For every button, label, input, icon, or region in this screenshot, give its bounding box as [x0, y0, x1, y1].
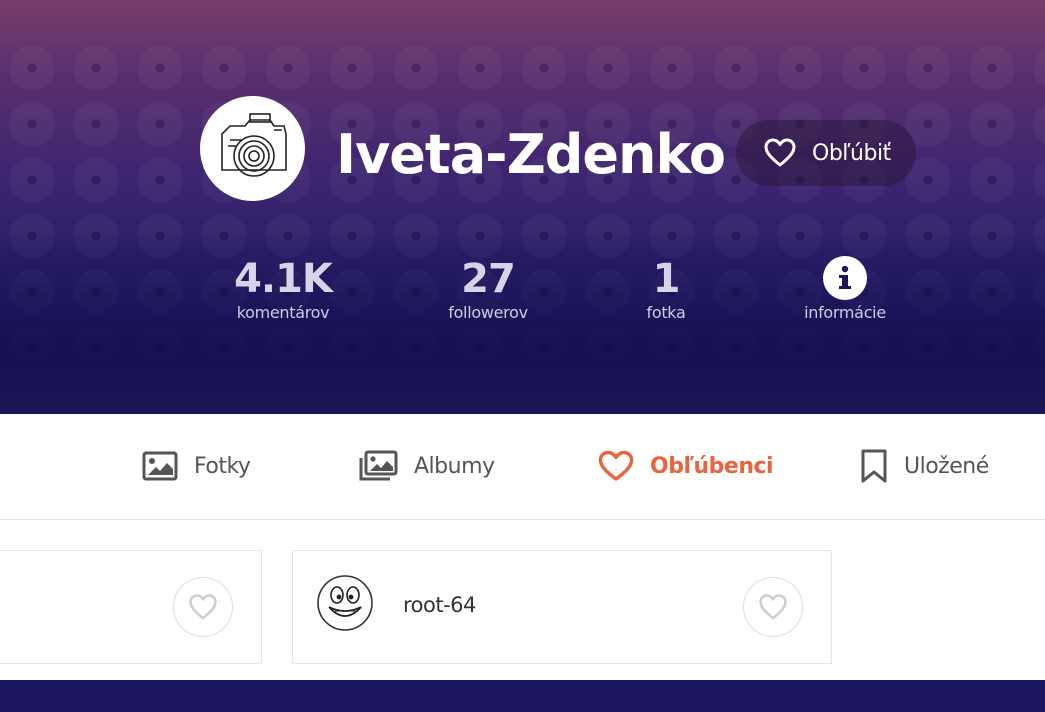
tab-photos-label: Fotky [194, 453, 251, 479]
info-icon [823, 256, 867, 300]
tab-photos[interactable]: Fotky [142, 444, 251, 488]
stat-photos-value: 1 [652, 256, 681, 302]
tab-favorites[interactable]: Obľúbenci [598, 444, 774, 488]
camera-icon [221, 113, 287, 177]
profile-avatar[interactable] [200, 96, 305, 201]
heart-outline-icon [189, 594, 217, 620]
tab-favorites-label: Obľúbenci [650, 453, 774, 479]
follow-button[interactable]: Obľúbiť [736, 120, 916, 186]
favorite-card[interactable] [0, 550, 262, 664]
tab-saved[interactable]: Uložené [860, 444, 989, 488]
stat-info[interactable]: informácie [790, 256, 900, 324]
stat-photos[interactable]: 1 fotka [616, 256, 716, 324]
footer [0, 680, 1045, 712]
tab-albums-label: Albumy [414, 453, 495, 479]
tab-albums[interactable]: Albumy [358, 444, 495, 488]
image-icon [142, 451, 178, 481]
stat-comments-label: komentárov [236, 303, 330, 322]
stat-followers[interactable]: 27 followerov [428, 256, 548, 324]
follow-button-label: Obľúbiť [812, 140, 891, 166]
heart-icon [598, 450, 634, 481]
stat-comments-value: 4.1K [234, 256, 333, 302]
stat-info-label: informácie [804, 303, 886, 322]
bookmark-icon [861, 449, 887, 483]
heart-outline-icon [764, 138, 796, 167]
stat-followers-label: followerov [448, 303, 528, 322]
stat-followers-value: 27 [461, 256, 516, 302]
user-avatar[interactable] [315, 573, 375, 633]
albums-icon [359, 450, 398, 481]
stat-comments[interactable]: 4.1K komentárov [223, 256, 343, 324]
profile-name: Iveta-Zdenko [336, 123, 726, 186]
favorite-user-name[interactable]: root-64 [403, 593, 476, 617]
favorites-list: root-64 [0, 520, 1045, 680]
smiley-face-icon [317, 575, 373, 631]
like-button[interactable] [173, 577, 233, 637]
stat-photos-label: fotka [646, 303, 686, 322]
like-button[interactable] [743, 577, 803, 637]
tab-saved-label: Uložené [904, 453, 989, 479]
heart-outline-icon [759, 594, 787, 620]
favorite-card[interactable]: root-64 [292, 550, 832, 664]
profile-tabs: Fotky Albumy Obľúbenci Uložené [0, 414, 1045, 520]
profile-header: Iveta-Zdenko Obľúbiť 4.1K komentárov 27 … [0, 0, 1045, 414]
